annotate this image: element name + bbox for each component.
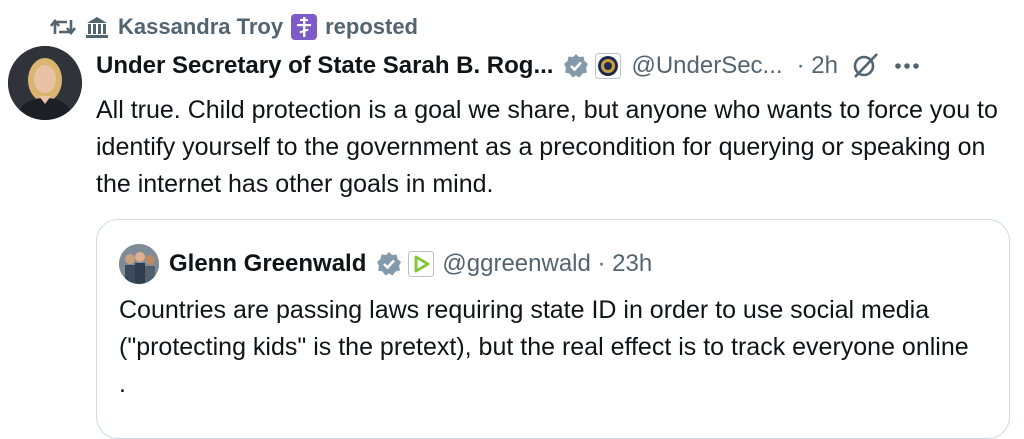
bank-icon — [84, 14, 110, 40]
quoted-tweet-card[interactable]: Glenn Greenwald @ggreenwald · 23h Countr… — [96, 219, 1010, 439]
author-name[interactable]: Under Secretary of State Sarah B. Rog... — [96, 52, 553, 80]
rumble-icon[interactable] — [408, 251, 435, 277]
repost-user-name[interactable]: Kassandra Troy — [118, 14, 283, 40]
author-handle[interactable]: @UnderSec... — [631, 52, 782, 80]
repost-label: reposted — [325, 14, 418, 39]
quoted-handle-time[interactable]: @ggreenwald · 23h — [442, 250, 652, 278]
quoted-tweet-text: Countries are passing laws requiring sta… — [119, 296, 969, 398]
more-options-icon[interactable] — [894, 62, 920, 70]
state-department-seal-icon[interactable] — [595, 53, 622, 79]
orthodox-cross-icon — [291, 14, 318, 40]
verified-badge-icon[interactable] — [563, 53, 589, 79]
verified-badge-icon[interactable] — [376, 251, 402, 277]
tweet-header: Under Secretary of State Sarah B. Rog...… — [96, 44, 1014, 88]
grok-icon[interactable] — [850, 51, 880, 81]
tweet-time[interactable]: · 2h — [797, 52, 838, 80]
quoted-tweet-header: Glenn Greenwald @ggreenwald · 23h — [119, 244, 652, 284]
tweet-text: All true. Child protection is a goal we … — [96, 96, 998, 198]
quoted-author-avatar[interactable] — [119, 244, 159, 284]
repost-indicator: Kassandra Troy reposted — [50, 10, 418, 44]
author-avatar[interactable] — [8, 46, 82, 120]
quoted-author-name[interactable]: Glenn Greenwald — [169, 250, 366, 278]
repost-icon — [50, 16, 76, 38]
